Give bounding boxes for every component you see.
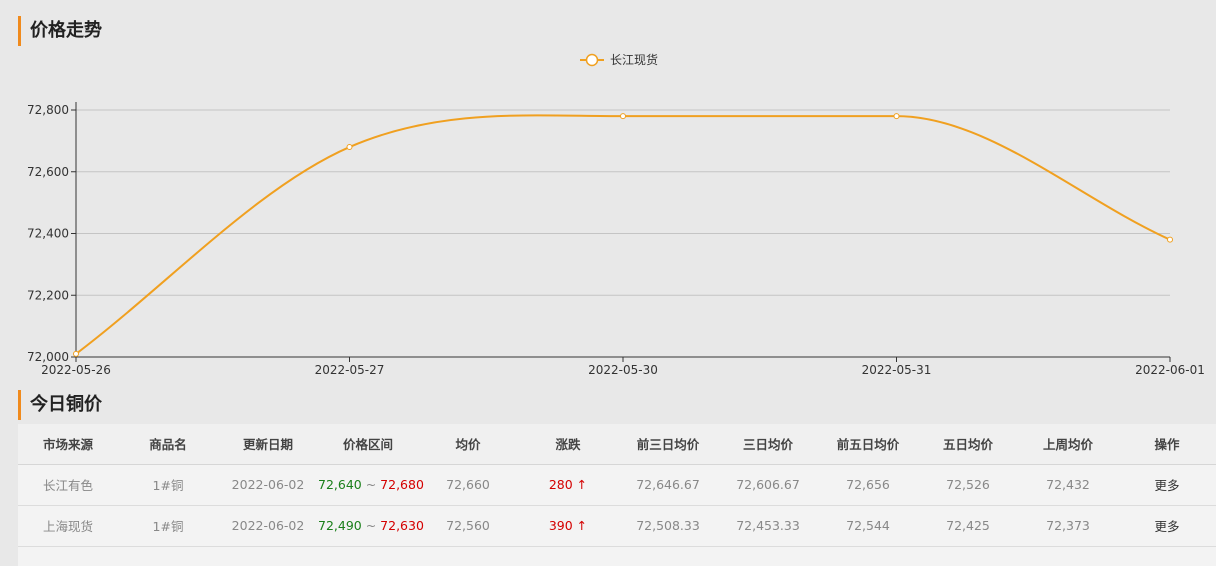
table-row: 长江有色 1#铜 2022-06-02 72,640 ~ 72,680 72,6… [18, 464, 1216, 506]
cell-date: 2022-06-02 [218, 505, 318, 547]
cell-prev5: 72,656 [818, 464, 918, 506]
data-point [346, 144, 353, 151]
cell-date: 2022-06-02 [218, 464, 318, 506]
col-header-date: 更新日期 [218, 424, 318, 465]
x-tick-label: 2022-05-30 [588, 363, 658, 377]
range-high: 72,630 [380, 518, 424, 533]
table-bottom-area [18, 547, 1216, 566]
cell-action: 更多 [1118, 505, 1216, 547]
cell-avg5: 72,526 [918, 464, 1018, 506]
data-point [1167, 236, 1173, 243]
more-link[interactable]: 更多 [1154, 478, 1179, 493]
range-high: 72,680 [380, 477, 424, 492]
col-header-lastweek: 上周均价 [1018, 424, 1118, 465]
col-header-avg5: 五日均价 [918, 424, 1018, 465]
table-header-row: 市场来源 商品名 更新日期 价格区间 均价 涨跌 前三日均价 三日均价 前五日均… [18, 424, 1216, 465]
col-header-avg: 均价 [418, 424, 518, 465]
y-tick-label: 72,800 [27, 103, 69, 117]
cell-avg: 72,560 [418, 505, 518, 547]
range-low: 72,640 [318, 477, 362, 492]
page: 价格走势 72,000 72,200 72,400 72,600 72,800 2022-… [0, 0, 1216, 566]
y-tick-label: 72,400 [27, 227, 69, 241]
today-copper-price-title: 今日铜价 [18, 390, 102, 420]
data-point [893, 113, 900, 120]
cell-prev3: 72,508.33 [618, 505, 718, 547]
col-header-prev3: 前三日均价 [618, 424, 718, 465]
range-sep: ~ [361, 518, 381, 533]
cell-range: 72,490 ~ 72,630 [318, 505, 424, 547]
y-tick-label: 72,600 [27, 165, 69, 179]
cell-prev5: 72,544 [818, 505, 918, 547]
cell-lastweek: 72,432 [1018, 464, 1118, 506]
legend-marker [585, 53, 599, 67]
col-header-action: 操作 [1118, 424, 1216, 465]
x-tick-label: 2022-05-26 [41, 363, 111, 377]
cell-product: 1#铜 [118, 464, 218, 506]
x-tick-label: 2022-06-01 [1135, 363, 1205, 377]
cell-product: 1#铜 [118, 505, 218, 547]
col-header-range: 价格区间 [318, 424, 418, 465]
table-row: 上海现货 1#铜 2022-06-02 72,490 ~ 72,630 72,5… [18, 505, 1216, 547]
cell-lastweek: 72,373 [1018, 505, 1118, 547]
legend-label: 长江现货 [610, 52, 658, 67]
cell-change: 390 ↑ [518, 505, 618, 547]
x-tick-label: 2022-05-31 [862, 363, 932, 377]
y-tick-label: 72,000 [27, 350, 69, 364]
price-table: 市场来源 商品名 更新日期 价格区间 均价 涨跌 前三日均价 三日均价 前五日均… [18, 424, 1216, 566]
col-header-source: 市场来源 [18, 424, 118, 465]
cell-source: 上海现货 [18, 505, 118, 547]
y-tick-label: 72,200 [27, 288, 69, 302]
data-point [620, 113, 626, 120]
cell-range: 72,640 ~ 72,680 [318, 464, 424, 506]
price-trend-chart: 72,000 72,200 72,400 72,600 72,800 2022-05-26… [27, 52, 1205, 377]
more-link[interactable]: 更多 [1154, 519, 1179, 534]
col-header-prev5: 前五日均价 [818, 424, 918, 465]
range-low: 72,490 [318, 518, 362, 533]
x-tick-label: 2022-05-27 [315, 363, 385, 377]
cell-avg: 72,660 [418, 464, 518, 506]
col-header-product: 商品名 [118, 424, 218, 465]
col-header-avg3: 三日均价 [718, 424, 818, 465]
cell-avg3: 72,606.67 [718, 464, 818, 506]
cell-change: 280 ↑ [518, 464, 618, 506]
cell-prev3: 72,646.67 [618, 464, 718, 506]
cell-avg3: 72,453.33 [718, 505, 818, 547]
range-sep: ~ [361, 477, 381, 492]
col-header-change: 涨跌 [518, 424, 618, 465]
series-line [75, 114, 1171, 355]
cell-source: 长江有色 [18, 464, 118, 506]
cell-avg5: 72,425 [918, 505, 1018, 547]
cell-action: 更多 [1118, 464, 1216, 506]
data-point [73, 350, 79, 357]
